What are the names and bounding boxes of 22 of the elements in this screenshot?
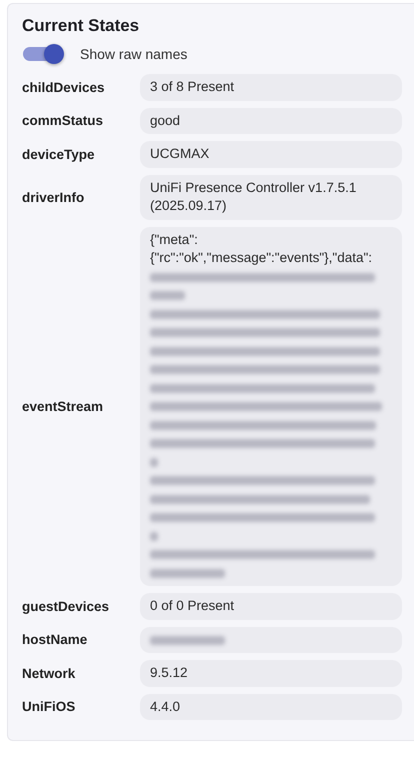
state-value: {"rc":"ok","message":"events"},"data": (150, 249, 374, 267)
state-value: good (150, 112, 182, 130)
state-name: hostName (22, 632, 88, 648)
state-value: 9.5.12 (150, 664, 189, 682)
state-value: 0 of 0 Present (150, 597, 236, 615)
state-value: UniFi Presence Controller v1.7.5.1 (150, 178, 358, 196)
state-name: commStatus (22, 113, 104, 128)
state-name: guestDevices (22, 598, 110, 614)
state-value: {"meta": (150, 230, 199, 249)
state-name: UniFiOS (22, 699, 76, 714)
state-name: deviceType (22, 146, 96, 162)
toggle-switch[interactable] (22, 44, 66, 64)
state-name: eventStream (22, 398, 104, 414)
state-value: 4.4.0 (150, 698, 182, 716)
state-name: childDevices (22, 80, 106, 95)
toggle-label: Show raw names (80, 46, 188, 62)
state-name: driverInfo (22, 190, 86, 204)
state-value: 3 of 8 Present (150, 78, 236, 96)
state-value: (2025.09.17) (150, 197, 228, 215)
state-value: UCGMAX (150, 145, 210, 163)
state-name: Network (22, 666, 76, 681)
card-title: Current States (22, 16, 140, 36)
